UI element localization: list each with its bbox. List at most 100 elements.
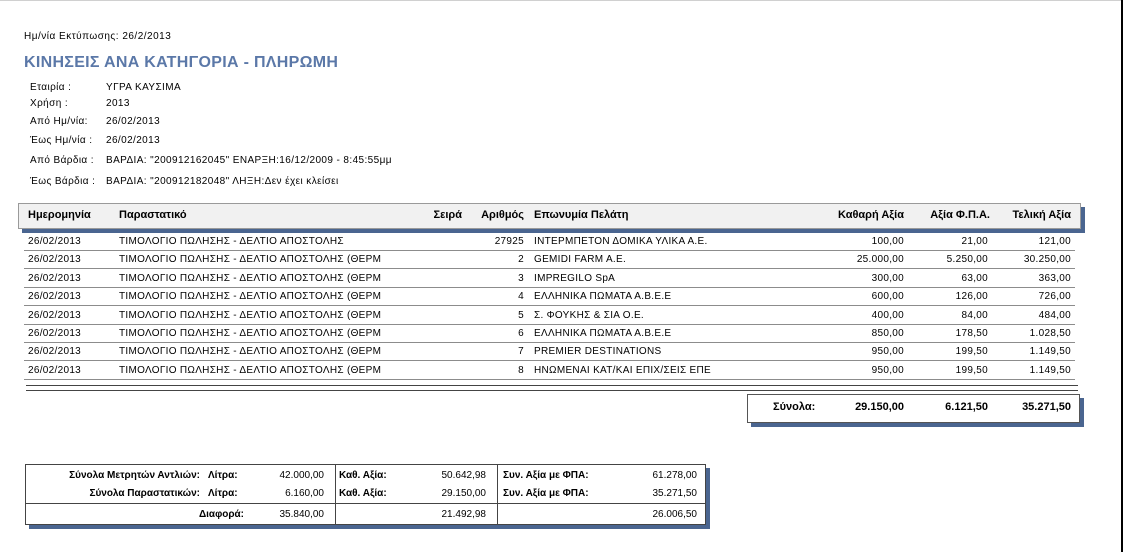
col-header-series: Σειρά bbox=[433, 209, 462, 221]
cell-number: 27925 bbox=[494, 236, 524, 247]
filter-label-shift-from: Από Βάρδια : bbox=[30, 155, 94, 166]
row-divider bbox=[24, 323, 1075, 325]
summary-col-divider-1 bbox=[335, 464, 336, 524]
cell-document: ΤΙΜΟΛΟΓΙΟ ΠΩΛΗΣΗΣ - ΔΕΛΤΙΟ ΑΠΟΣΤΟΛΗΣ (ΘΕ… bbox=[119, 364, 382, 376]
summary-diff-net: 21.492,98 bbox=[441, 509, 487, 520]
cell-net-value: 400,00 bbox=[871, 309, 904, 321]
cell-net-value: 950,00 bbox=[871, 364, 904, 376]
row-divider bbox=[24, 305, 1075, 307]
filter-value-shift-to: ΒΑΡΔΙΑ: "200912182048" ΛΗΞΗ:Δεν έχει κλε… bbox=[106, 176, 339, 187]
cell-date: 26/02/2013 bbox=[28, 236, 82, 247]
filter-value-date-from: 26/02/2013 bbox=[106, 116, 161, 127]
filter-label-date-to: Έως Ημ/νία : bbox=[30, 135, 93, 146]
cell-total-value: 363,00 bbox=[1038, 272, 1071, 284]
summary-pumps-label: Σύνολα Μετρητών Αντλιών: bbox=[69, 470, 200, 481]
summary-pumps-liters: 42.000,00 bbox=[279, 470, 325, 481]
summary-docs-label: Σύνολα Παραστατικών: bbox=[89, 488, 200, 499]
cell-vat-value: 63,00 bbox=[961, 272, 988, 284]
cell-vat-value: 199,50 bbox=[955, 346, 988, 358]
cell-vat-value: 5.250,00 bbox=[946, 254, 988, 266]
row-divider bbox=[24, 250, 1075, 251]
cell-document: ΤΙΜΟΛΟΓΙΟ ΠΩΛΗΣΗΣ - ΔΕΛΤΙΟ ΑΠΟΣΤΟΛΗΣ (ΘΕ… bbox=[119, 309, 382, 321]
cell-vat-value: 84,00 bbox=[961, 309, 988, 321]
cell-date: 26/02/2013 bbox=[28, 272, 82, 284]
cell-customer: IMPREGILO SpA bbox=[534, 272, 616, 284]
summary-docs-net: 29.150,00 bbox=[441, 488, 487, 499]
filter-value-company: ΥΓΡΑ ΚΑΥΣΙΜΑ bbox=[106, 82, 182, 93]
cell-date: 26/02/2013 bbox=[28, 254, 82, 266]
summary-diff-liters: 35.840,00 bbox=[279, 509, 325, 520]
cell-customer: PREMIER DESTINATIONS bbox=[534, 346, 662, 358]
cell-total-value: 484,00 bbox=[1038, 309, 1071, 321]
col-header-total-value: Τελική Αξία bbox=[1012, 209, 1071, 221]
cell-total-value: 121,00 bbox=[1038, 236, 1071, 247]
filter-label-date-from: Από Ημ/νία: bbox=[30, 116, 88, 127]
summary-diff-gross: 26.006,50 bbox=[652, 509, 698, 520]
cell-date: 26/02/2013 bbox=[28, 309, 82, 321]
cell-net-value: 850,00 bbox=[871, 328, 904, 339]
cell-net-value: 25.000,00 bbox=[856, 254, 904, 266]
summary-divider bbox=[25, 503, 706, 504]
cell-document: ΤΙΜΟΛΟΓΙΟ ΠΩΛΗΣΗΣ - ΔΕΛΤΙΟ ΑΠΟΣΤΟΛΗΣ (ΘΕ… bbox=[119, 328, 382, 339]
cell-vat-value: 126,00 bbox=[955, 291, 988, 303]
cell-total-value: 1.149,50 bbox=[1029, 364, 1071, 376]
filter-label-year: Χρήση : bbox=[30, 98, 69, 109]
cell-net-value: 600,00 bbox=[871, 291, 904, 303]
summary-pumps-net: 50.642,98 bbox=[441, 470, 487, 481]
cell-customer: ΗΝΩΜΕΝΑΙ ΚΑΤ/ΚΑΙ ΕΠΙΧ/ΣΕΙΣ ΕΠΕ bbox=[534, 364, 712, 376]
cell-date: 26/02/2013 bbox=[28, 291, 82, 303]
cell-total-value: 726,00 bbox=[1038, 291, 1071, 303]
cell-customer: ΕΛΛΗΝΙΚΑ ΠΩΜΑΤΑ Α.Β.Ε.Ε bbox=[534, 291, 672, 303]
row-divider bbox=[24, 378, 1075, 380]
cell-customer: Σ. ΦΟΥΚΗΣ & ΣΙΑ Ο.Ε. bbox=[534, 309, 645, 321]
cell-total-value: 30.250,00 bbox=[1023, 254, 1071, 266]
cell-customer: GEMIDI FARM A.E. bbox=[534, 254, 627, 266]
cell-number: 8 bbox=[518, 364, 524, 376]
totals-separator-bottom bbox=[26, 390, 1078, 391]
filter-value-date-to: 26/02/2013 bbox=[106, 135, 161, 146]
row-divider bbox=[24, 286, 1075, 288]
col-header-number: Αριθμός bbox=[481, 209, 524, 221]
cell-vat-value: 21,00 bbox=[961, 236, 988, 247]
summary-docs-gross-label: Συν. Αξία με ΦΠΑ: bbox=[503, 488, 589, 499]
cell-number: 2 bbox=[518, 254, 524, 266]
summary-docs-liters: 6.160,00 bbox=[285, 488, 324, 499]
cell-customer: ΕΛΛΗΝΙΚΑ ΠΩΜΑΤΑ Α.Β.Ε.Ε bbox=[534, 328, 672, 339]
col-header-vat-value: Αξία Φ.Π.Α. bbox=[930, 209, 990, 221]
summary-pumps-gross-label: Συν. Αξία με ΦΠΑ: bbox=[503, 470, 589, 481]
cell-date: 26/02/2013 bbox=[28, 328, 82, 339]
col-header-date: Ημερομηνία bbox=[28, 209, 91, 221]
print-date-value: 26/2/2013 bbox=[122, 31, 172, 42]
row-divider bbox=[24, 342, 1075, 343]
totals-label: Σύνολα: bbox=[773, 401, 816, 413]
cell-date: 26/02/2013 bbox=[28, 346, 82, 358]
row-divider bbox=[24, 268, 1075, 270]
summary-pumps-liters-label: Λίτρα: bbox=[208, 470, 238, 481]
summary-pumps-net-label: Καθ. Αξία: bbox=[339, 470, 387, 481]
cell-document: ΤΙΜΟΛΟΓΙΟ ΠΩΛΗΣΗΣ - ΔΕΛΤΙΟ ΑΠΟΣΤΟΛΗΣ (ΘΕ… bbox=[119, 254, 382, 266]
page-top-edge bbox=[0, 0, 1123, 1]
col-header-document: Παραστατικό bbox=[119, 209, 187, 221]
cell-number: 3 bbox=[518, 272, 524, 284]
totals-vat: 6.121,50 bbox=[945, 401, 988, 413]
cell-vat-value: 178,50 bbox=[955, 328, 988, 339]
totals-net: 29.150,00 bbox=[855, 401, 904, 413]
cell-document: ΤΙΜΟΛΟΓΙΟ ΠΩΛΗΣΗΣ - ΔΕΛΤΙΟ ΑΠΟΣΤΟΛΗΣ (ΘΕ… bbox=[119, 346, 382, 358]
summary-pumps-gross: 61.278,00 bbox=[652, 470, 698, 481]
filter-label-shift-to: Έως Βάρδια : bbox=[30, 176, 96, 187]
row-divider bbox=[24, 360, 1075, 362]
summary-docs-gross: 35.271,50 bbox=[652, 488, 698, 499]
print-date-label: Ημ/νία Εκτύπωσης: bbox=[24, 31, 120, 42]
print-date: Ημ/νία Εκτύπωσης: 26/2/2013 bbox=[24, 31, 171, 42]
filter-label-company: Εταιρία : bbox=[30, 82, 72, 93]
page-right-edge bbox=[1121, 0, 1123, 552]
cell-total-value: 1.149,50 bbox=[1029, 346, 1071, 358]
cell-number: 6 bbox=[518, 328, 524, 339]
filter-value-year: 2013 bbox=[106, 98, 130, 109]
cell-customer: ΙΝΤΕΡΜΠΕΤΟΝ ΔΟΜΙΚΑ ΥΛΙΚΑ Α.Ε. bbox=[534, 236, 708, 247]
cell-document: ΤΙΜΟΛΟΓΙΟ ΠΩΛΗΣΗΣ - ΔΕΛΤΙΟ ΑΠΟΣΤΟΛΗΣ (ΘΕ… bbox=[119, 272, 382, 284]
cell-date: 26/02/2013 bbox=[28, 364, 82, 376]
cell-document: ΤΙΜΟΛΟΓΙΟ ΠΩΛΗΣΗΣ - ΔΕΛΤΙΟ ΑΠΟΣΤΟΛΗΣ bbox=[119, 236, 344, 247]
totals-total: 35.271,50 bbox=[1022, 401, 1071, 413]
cell-number: 7 bbox=[518, 346, 524, 358]
